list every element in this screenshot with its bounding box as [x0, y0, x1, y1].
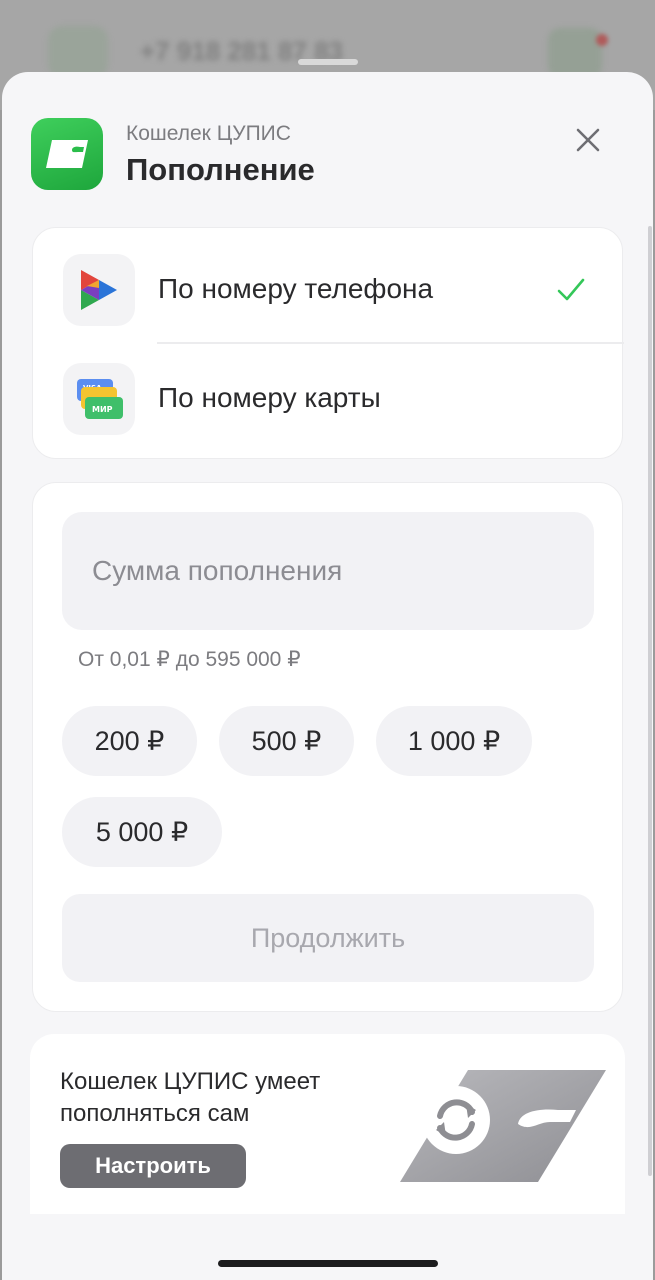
- sheet-scrollbar[interactable]: [648, 226, 652, 1176]
- close-button[interactable]: [570, 122, 606, 158]
- auto-topup-promo: Кошелек ЦУПИС умеет пополняться сам Наст…: [30, 1034, 625, 1214]
- background-notification-icon: [548, 28, 602, 78]
- close-icon: [576, 128, 600, 152]
- amount-limits-hint: От 0,01 ₽ до 595 000 ₽: [78, 648, 301, 671]
- quick-amount-5000[interactable]: 5 000 ₽: [62, 797, 222, 867]
- auto-refill-illustration-icon: [400, 1070, 606, 1182]
- quick-amount-1000[interactable]: 1 000 ₽: [376, 706, 532, 776]
- checkmark-icon: [557, 278, 585, 301]
- background-app-icon: [48, 26, 108, 78]
- payment-system-logo-icon: [63, 254, 135, 326]
- method-phone-label: По номеру телефона: [158, 273, 434, 304]
- quick-amount-500[interactable]: 500 ₽: [219, 706, 354, 776]
- setup-button[interactable]: Настроить: [60, 1144, 246, 1188]
- method-card-option[interactable]: VISA МИР По номеру карты: [33, 344, 624, 454]
- amount-input[interactable]: [62, 512, 594, 630]
- home-indicator[interactable]: [218, 1260, 438, 1267]
- method-card-label: По номеру карты: [158, 382, 381, 413]
- wallet-name: Кошелек ЦУПИС: [126, 122, 291, 145]
- sheet-grabber[interactable]: [298, 59, 358, 65]
- bank-cards-icon: VISA МИР: [63, 363, 135, 435]
- method-phone-option[interactable]: По номеру телефона: [33, 235, 624, 345]
- page-title: Пополнение: [126, 152, 315, 187]
- wallet-logo-icon: [31, 118, 103, 190]
- promo-text: Кошелек ЦУПИС умеет пополняться сам: [60, 1068, 321, 1127]
- quick-amount-200[interactable]: 200 ₽: [62, 706, 197, 776]
- background-badge-dot: [596, 34, 608, 46]
- continue-button[interactable]: Продолжить: [62, 894, 594, 982]
- topup-method-list: По номеру телефона VISA МИР По номеру ка…: [32, 227, 624, 459]
- svg-text:МИР: МИР: [92, 405, 113, 414]
- amount-card: От 0,01 ₽ до 595 000 ₽ 200 ₽ 500 ₽ 1 000…: [32, 482, 623, 1012]
